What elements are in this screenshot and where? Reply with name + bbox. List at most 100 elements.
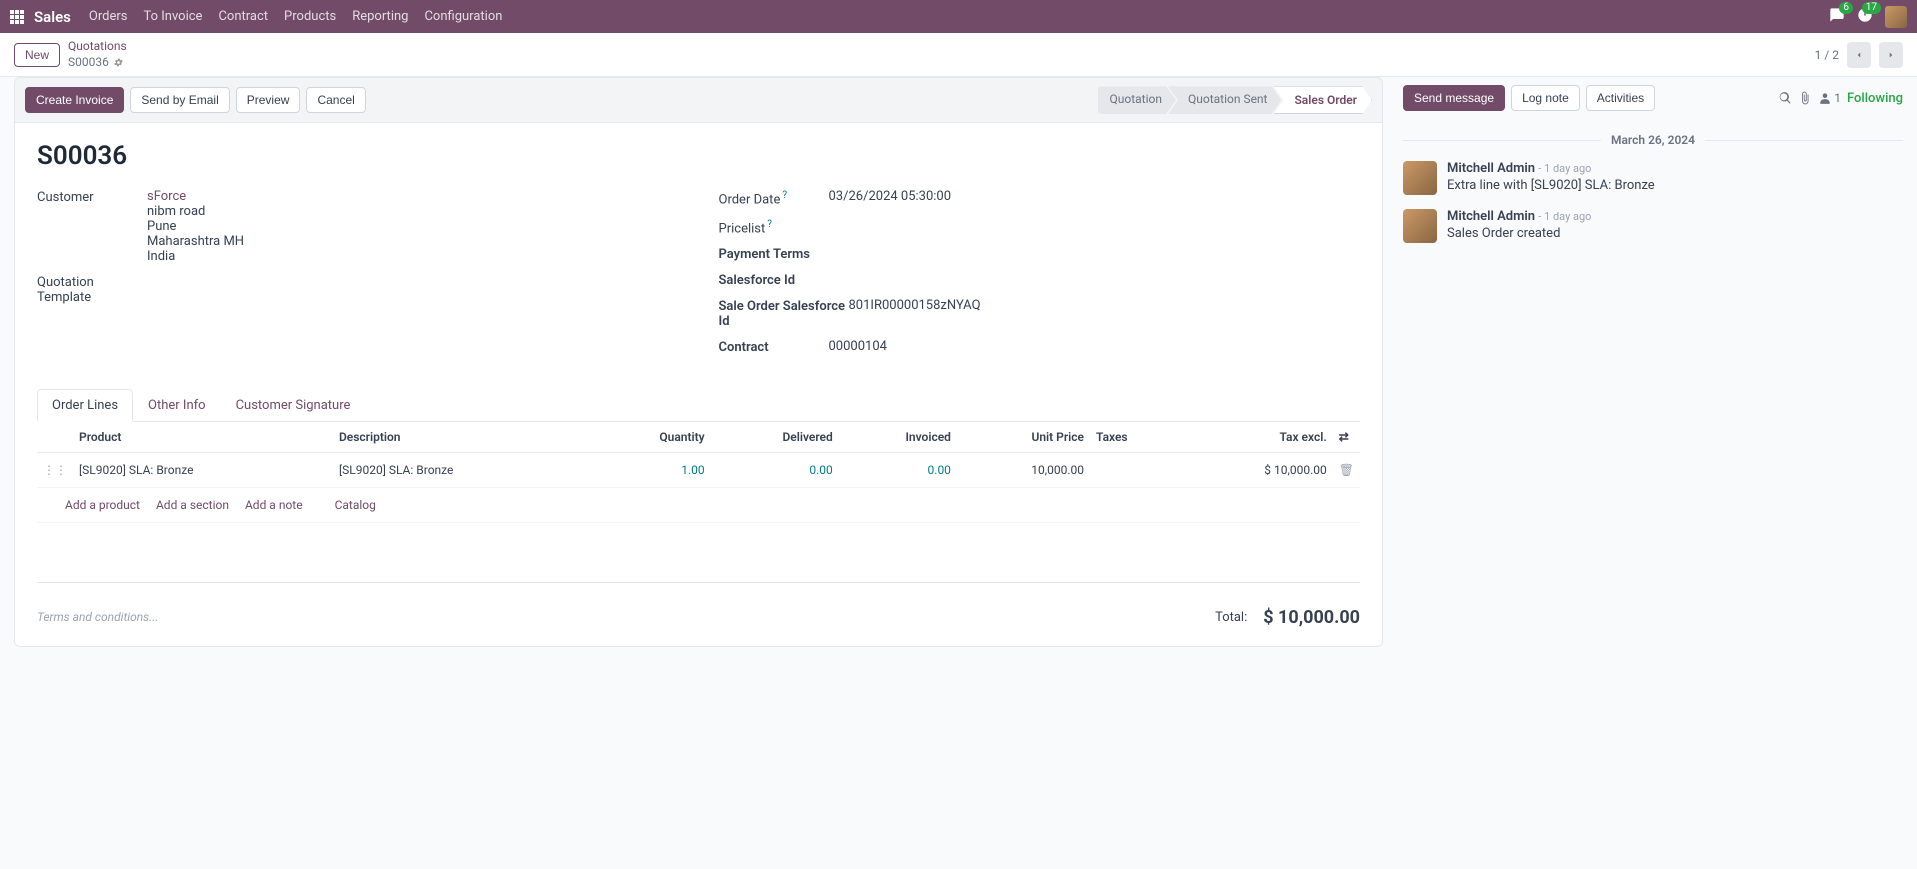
col-unit-price[interactable]: Unit Price (957, 422, 1090, 453)
message-text: Sales Order created (1447, 226, 1591, 241)
top-nav: Sales Orders To Invoice Contract Product… (0, 0, 1917, 33)
send-message-button[interactable]: Send message (1403, 85, 1505, 111)
cell-taxes[interactable] (1090, 452, 1180, 487)
form-sheet: S00036 Customer sForce nibm road Pune Ma… (14, 123, 1383, 647)
cell-unit-price[interactable]: 10,000.00 (957, 452, 1090, 487)
delete-row-icon[interactable]: 🗑 (1333, 452, 1360, 487)
following-button[interactable]: Following (1847, 91, 1903, 106)
record-title: S00036 (37, 141, 1360, 171)
preview-button[interactable]: Preview (236, 87, 301, 113)
send-by-email-button[interactable]: Send by Email (130, 87, 229, 113)
terms-input[interactable]: Terms and conditions... (37, 610, 1215, 624)
pager-text: 1 / 2 (1815, 48, 1839, 62)
col-product[interactable]: Product (73, 422, 333, 453)
apps-icon[interactable] (10, 10, 24, 24)
tab-other-info[interactable]: Other Info (133, 389, 221, 421)
status-quotation[interactable]: Quotation (1098, 86, 1176, 114)
column-options-icon[interactable]: ⇄ (1333, 422, 1360, 453)
add-product-link[interactable]: Add a product (65, 498, 140, 512)
cell-quantity[interactable]: 1.00 (593, 452, 711, 487)
user-avatar[interactable] (1885, 6, 1907, 28)
message-avatar[interactable] (1403, 161, 1437, 195)
followers-icon[interactable]: 1 (1818, 91, 1841, 105)
menu-products[interactable]: Products (284, 9, 336, 24)
menu-contract[interactable]: Contract (218, 9, 268, 24)
create-invoice-button[interactable]: Create Invoice (25, 87, 124, 113)
contract-value[interactable]: 00000104 (829, 339, 1361, 355)
status-quotation-sent[interactable]: Quotation Sent (1168, 86, 1282, 114)
messaging-icon[interactable]: 6 (1829, 7, 1845, 27)
table-row[interactable]: ⋮⋮ [SL9020] SLA: Bronze [SL9020] SLA: Br… (37, 452, 1360, 487)
customer-addr-line: nibm road (147, 204, 205, 219)
help-icon[interactable]: ? (767, 219, 772, 230)
add-note-link[interactable]: Add a note (245, 498, 303, 512)
tabs: Order Lines Other Info Customer Signatur… (37, 389, 1360, 422)
customer-addr-line: Pune (147, 219, 176, 234)
status-bar: Quotation Quotation Sent Sales Order (1098, 86, 1373, 114)
customer-label: Customer (37, 189, 147, 264)
attachment-icon[interactable] (1798, 91, 1812, 105)
help-icon[interactable]: ? (782, 190, 787, 201)
catalog-link[interactable]: Catalog (335, 498, 376, 512)
message-time: - 1 day ago (1538, 210, 1591, 223)
activity-icon[interactable]: 17 (1857, 7, 1873, 27)
add-section-link[interactable]: Add a section (156, 498, 229, 512)
customer-addr-line: India (147, 249, 175, 264)
log-note-button[interactable]: Log note (1511, 85, 1580, 111)
col-invoiced[interactable]: Invoiced (839, 422, 957, 453)
total-value: $ 10,000.00 (1263, 607, 1360, 628)
activities-button[interactable]: Activities (1586, 85, 1655, 111)
cell-subtotal: $ 10,000.00 (1180, 452, 1333, 487)
so-salesforce-id-label: Sale Order Salesforce Id (719, 298, 849, 329)
order-date-value[interactable]: 03/26/2024 05:30:00 (829, 189, 1361, 207)
so-salesforce-id-value[interactable]: 801IR00000158zNYAQ (849, 298, 1361, 329)
cell-invoiced[interactable]: 0.00 (839, 452, 957, 487)
pager-prev-button[interactable] (1847, 42, 1871, 68)
pager-next-button[interactable] (1879, 42, 1903, 68)
cell-delivered[interactable]: 0.00 (711, 452, 839, 487)
pricelist-value[interactable] (829, 218, 1361, 236)
menu-to-invoice[interactable]: To Invoice (143, 9, 202, 24)
main-menu: Orders To Invoice Contract Products Repo… (89, 9, 503, 24)
app-brand[interactable]: Sales (34, 8, 71, 26)
payment-terms-value[interactable] (829, 246, 1361, 262)
cell-product[interactable]: [SL9020] SLA: Bronze (73, 452, 333, 487)
cancel-button[interactable]: Cancel (306, 87, 365, 113)
col-taxes[interactable]: Taxes (1090, 422, 1180, 453)
total-label: Total: (1215, 610, 1247, 625)
new-button[interactable]: New (14, 43, 60, 67)
col-description[interactable]: Description (333, 422, 593, 453)
chatter-date-header: March 26, 2024 (1611, 133, 1695, 147)
col-tax-excl[interactable]: Tax excl. (1180, 422, 1333, 453)
col-delivered[interactable]: Delivered (711, 422, 839, 453)
menu-reporting[interactable]: Reporting (352, 9, 408, 24)
status-sales-order[interactable]: Sales Order (1273, 86, 1372, 114)
action-bar: Create Invoice Send by Email Preview Can… (14, 77, 1383, 123)
customer-link[interactable]: sForce (147, 189, 186, 204)
message-avatar[interactable] (1403, 209, 1437, 243)
pricelist-label: Pricelist? (719, 218, 829, 236)
salesforce-id-value[interactable] (829, 272, 1361, 288)
breadcrumb-current: S00036 (68, 55, 109, 71)
search-icon[interactable] (1778, 91, 1792, 105)
customer-addr-line: Maharashtra MH (147, 234, 244, 249)
order-date-label: Order Date? (719, 189, 829, 207)
contract-label: Contract (719, 339, 829, 355)
tab-order-lines[interactable]: Order Lines (37, 389, 133, 422)
message-author[interactable]: Mitchell Admin (1447, 209, 1535, 224)
message-text: Extra line with [SL9020] SLA: Bronze (1447, 178, 1655, 193)
breadcrumb-parent[interactable]: Quotations (68, 39, 127, 55)
chatter-message: Mitchell Admin - 1 day ago Sales Order c… (1403, 209, 1903, 243)
breadcrumb-row: New Quotations S00036 1 / 2 (0, 33, 1917, 77)
menu-orders[interactable]: Orders (89, 9, 128, 24)
quotation-template-value[interactable] (147, 274, 679, 305)
gear-icon[interactable] (113, 57, 124, 68)
message-time: - 1 day ago (1538, 162, 1591, 175)
tab-customer-signature[interactable]: Customer Signature (221, 389, 366, 421)
col-quantity[interactable]: Quantity (593, 422, 711, 453)
follower-count: 1 (1834, 91, 1841, 105)
cell-description[interactable]: [SL9020] SLA: Bronze (333, 452, 593, 487)
drag-handle-icon[interactable]: ⋮⋮ (37, 452, 73, 487)
menu-configuration[interactable]: Configuration (424, 9, 502, 24)
message-author[interactable]: Mitchell Admin (1447, 161, 1535, 176)
